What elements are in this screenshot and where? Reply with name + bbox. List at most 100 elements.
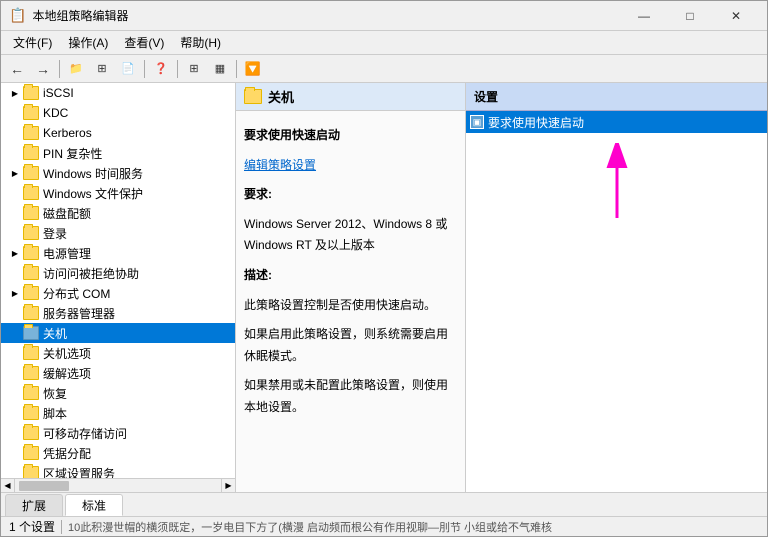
- content-tabs: 扩展 标准: [1, 492, 767, 516]
- tree-item-kerberos[interactable]: Kerberos: [1, 123, 235, 143]
- mid-folder-icon: [244, 89, 262, 104]
- hscroll-thumb[interactable]: [19, 481, 69, 491]
- tree-item-recovery[interactable]: 恢复: [1, 383, 235, 403]
- folder-icon-wfp: [23, 186, 39, 200]
- expand-iscsi[interactable]: ▶: [9, 87, 21, 99]
- right-header: 设置: [466, 83, 767, 111]
- expand-recovery: [9, 387, 21, 399]
- folder-icon-wts: [23, 166, 39, 180]
- folder-icon-power: [23, 246, 39, 260]
- grid-button[interactable]: ⊞: [182, 58, 206, 80]
- copy-button[interactable]: 📄: [116, 58, 140, 80]
- tree-item-pin[interactable]: PIN 复杂性: [1, 143, 235, 163]
- tree-item-shutdown-opts[interactable]: 关机选项: [1, 343, 235, 363]
- folder-icon-scripts: [23, 406, 39, 420]
- toolbar-separator-3: [177, 60, 178, 78]
- tree-item-kdc[interactable]: KDC: [1, 103, 235, 123]
- hscroll-track: [15, 479, 221, 493]
- toolbar: ← → 📁 ⊞ 📄 ❓ ⊞ ▦ 🔽: [1, 55, 767, 83]
- expand-wfp: [9, 187, 21, 199]
- right-pane: 设置 ▣ 要求使用快速启动: [466, 83, 767, 492]
- menu-view[interactable]: 查看(V): [116, 32, 172, 53]
- expand-pin: [9, 147, 21, 159]
- tree-item-removable[interactable]: 可移动存储访问: [1, 423, 235, 443]
- tree-item-wfp[interactable]: Windows 文件保护: [1, 183, 235, 203]
- toolbar-separator-2: [144, 60, 145, 78]
- tree-item-power[interactable]: ▶ 电源管理: [1, 243, 235, 263]
- tree-item-access[interactable]: 访问问被拒绝协助: [1, 263, 235, 283]
- maximize-button[interactable]: □: [667, 1, 713, 31]
- status-bar: 1 个设置 10此积漫世帽的横须既定，一岁电目下方了(横漫 启动频而根公有作用视…: [1, 516, 767, 536]
- toolbar-separator-1: [59, 60, 60, 78]
- edit-policy-link[interactable]: 编辑策略设置: [244, 158, 316, 172]
- expand-servermgr: [9, 307, 21, 319]
- tree-item-servermgr[interactable]: 服务器管理器: [1, 303, 235, 323]
- back-button[interactable]: ←: [5, 58, 29, 80]
- tree-item-login[interactable]: 登录: [1, 223, 235, 243]
- folder-icon-mitigation: [23, 366, 39, 380]
- status-divider: [61, 520, 62, 534]
- app-icon: 📋: [9, 7, 26, 24]
- mid-header-title: 关机: [268, 87, 294, 106]
- close-button[interactable]: ✕: [713, 1, 759, 31]
- status-count: 1 个设置: [9, 518, 55, 535]
- hscroll-right[interactable]: ▶: [221, 479, 235, 493]
- tree-item-wts[interactable]: ▶ Windows 时间服务: [1, 163, 235, 183]
- expand-shutdown: [9, 327, 21, 339]
- tree-pane: ▶ iSCSI KDC Kerberos PIN 复杂性: [1, 83, 236, 492]
- require-label: 要求使用快速启动: [244, 125, 457, 147]
- tree-item-shutdown[interactable]: 关机: [1, 323, 235, 343]
- expand-access: [9, 267, 21, 279]
- expand-credentials: [9, 447, 21, 459]
- menu-action[interactable]: 操作(A): [60, 32, 116, 53]
- tree-item-disk[interactable]: 磁盘配额: [1, 203, 235, 223]
- menu-help[interactable]: 帮助(H): [172, 32, 229, 53]
- help-button[interactable]: ❓: [149, 58, 173, 80]
- right-list: ▣ 要求使用快速启动: [466, 111, 767, 492]
- tree-item-iscsi[interactable]: ▶ iSCSI: [1, 83, 235, 103]
- hscroll-left[interactable]: ◀: [1, 479, 15, 493]
- window: 📋 本地组策略编辑器 — □ ✕ 文件(F) 操作(A) 查看(V) 帮助(H)…: [0, 0, 768, 537]
- tree-item-scripts[interactable]: 脚本: [1, 403, 235, 423]
- tab-standard[interactable]: 标准: [65, 494, 123, 516]
- folder-icon-shutdown: [23, 326, 39, 340]
- folder-icon-kerberos: [23, 126, 39, 140]
- toolbar-separator-4: [236, 60, 237, 78]
- folder-icon-disk: [23, 206, 39, 220]
- expand-disk: [9, 207, 21, 219]
- tab-expand[interactable]: 扩展: [5, 494, 63, 516]
- mid-pane: 关机 要求使用快速启动 编辑策略设置 要求: Windows Server 20…: [236, 83, 466, 492]
- menu-file[interactable]: 文件(F): [5, 32, 60, 53]
- view-button[interactable]: ⊞: [90, 58, 114, 80]
- list-button[interactable]: ▦: [208, 58, 232, 80]
- folder-icon-servermgr: [23, 306, 39, 320]
- filter-button[interactable]: 🔽: [241, 58, 265, 80]
- description-text: 此策略设置控制是否使用快速启动。: [244, 295, 457, 317]
- expand-power[interactable]: ▶: [9, 247, 21, 259]
- expand-mitigation: [9, 367, 21, 379]
- folder-icon-iscsi: [23, 86, 39, 100]
- tree-area[interactable]: ▶ iSCSI KDC Kerberos PIN 复杂性: [1, 83, 235, 478]
- forward-button[interactable]: →: [31, 58, 55, 80]
- expand-dcom[interactable]: ▶: [9, 287, 21, 299]
- tree-item-locale[interactable]: 区域设置服务: [1, 463, 235, 478]
- up-button[interactable]: 📁: [64, 58, 88, 80]
- folder-icon-credentials: [23, 446, 39, 460]
- folder-icon-dcom: [23, 286, 39, 300]
- expand-login: [9, 227, 21, 239]
- expand-removable: [9, 427, 21, 439]
- right-item-0[interactable]: ▣ 要求使用快速启动: [466, 111, 767, 133]
- window-title: 本地组策略编辑器: [32, 7, 128, 24]
- expand-kerberos: [9, 127, 21, 139]
- tree-item-mitigation[interactable]: 缓解选项: [1, 363, 235, 383]
- mid-header: 关机: [236, 83, 465, 111]
- expand-scripts: [9, 407, 21, 419]
- expand-kdc: [9, 107, 21, 119]
- title-bar: 📋 本地组策略编辑器 — □ ✕: [1, 1, 767, 31]
- tree-item-dcom[interactable]: ▶ 分布式 COM: [1, 283, 235, 303]
- minimize-button[interactable]: —: [621, 1, 667, 31]
- expand-wts[interactable]: ▶: [9, 167, 21, 179]
- folder-icon-access: [23, 266, 39, 280]
- expand-shutdown-opts: [9, 347, 21, 359]
- tree-item-credentials[interactable]: 凭据分配: [1, 443, 235, 463]
